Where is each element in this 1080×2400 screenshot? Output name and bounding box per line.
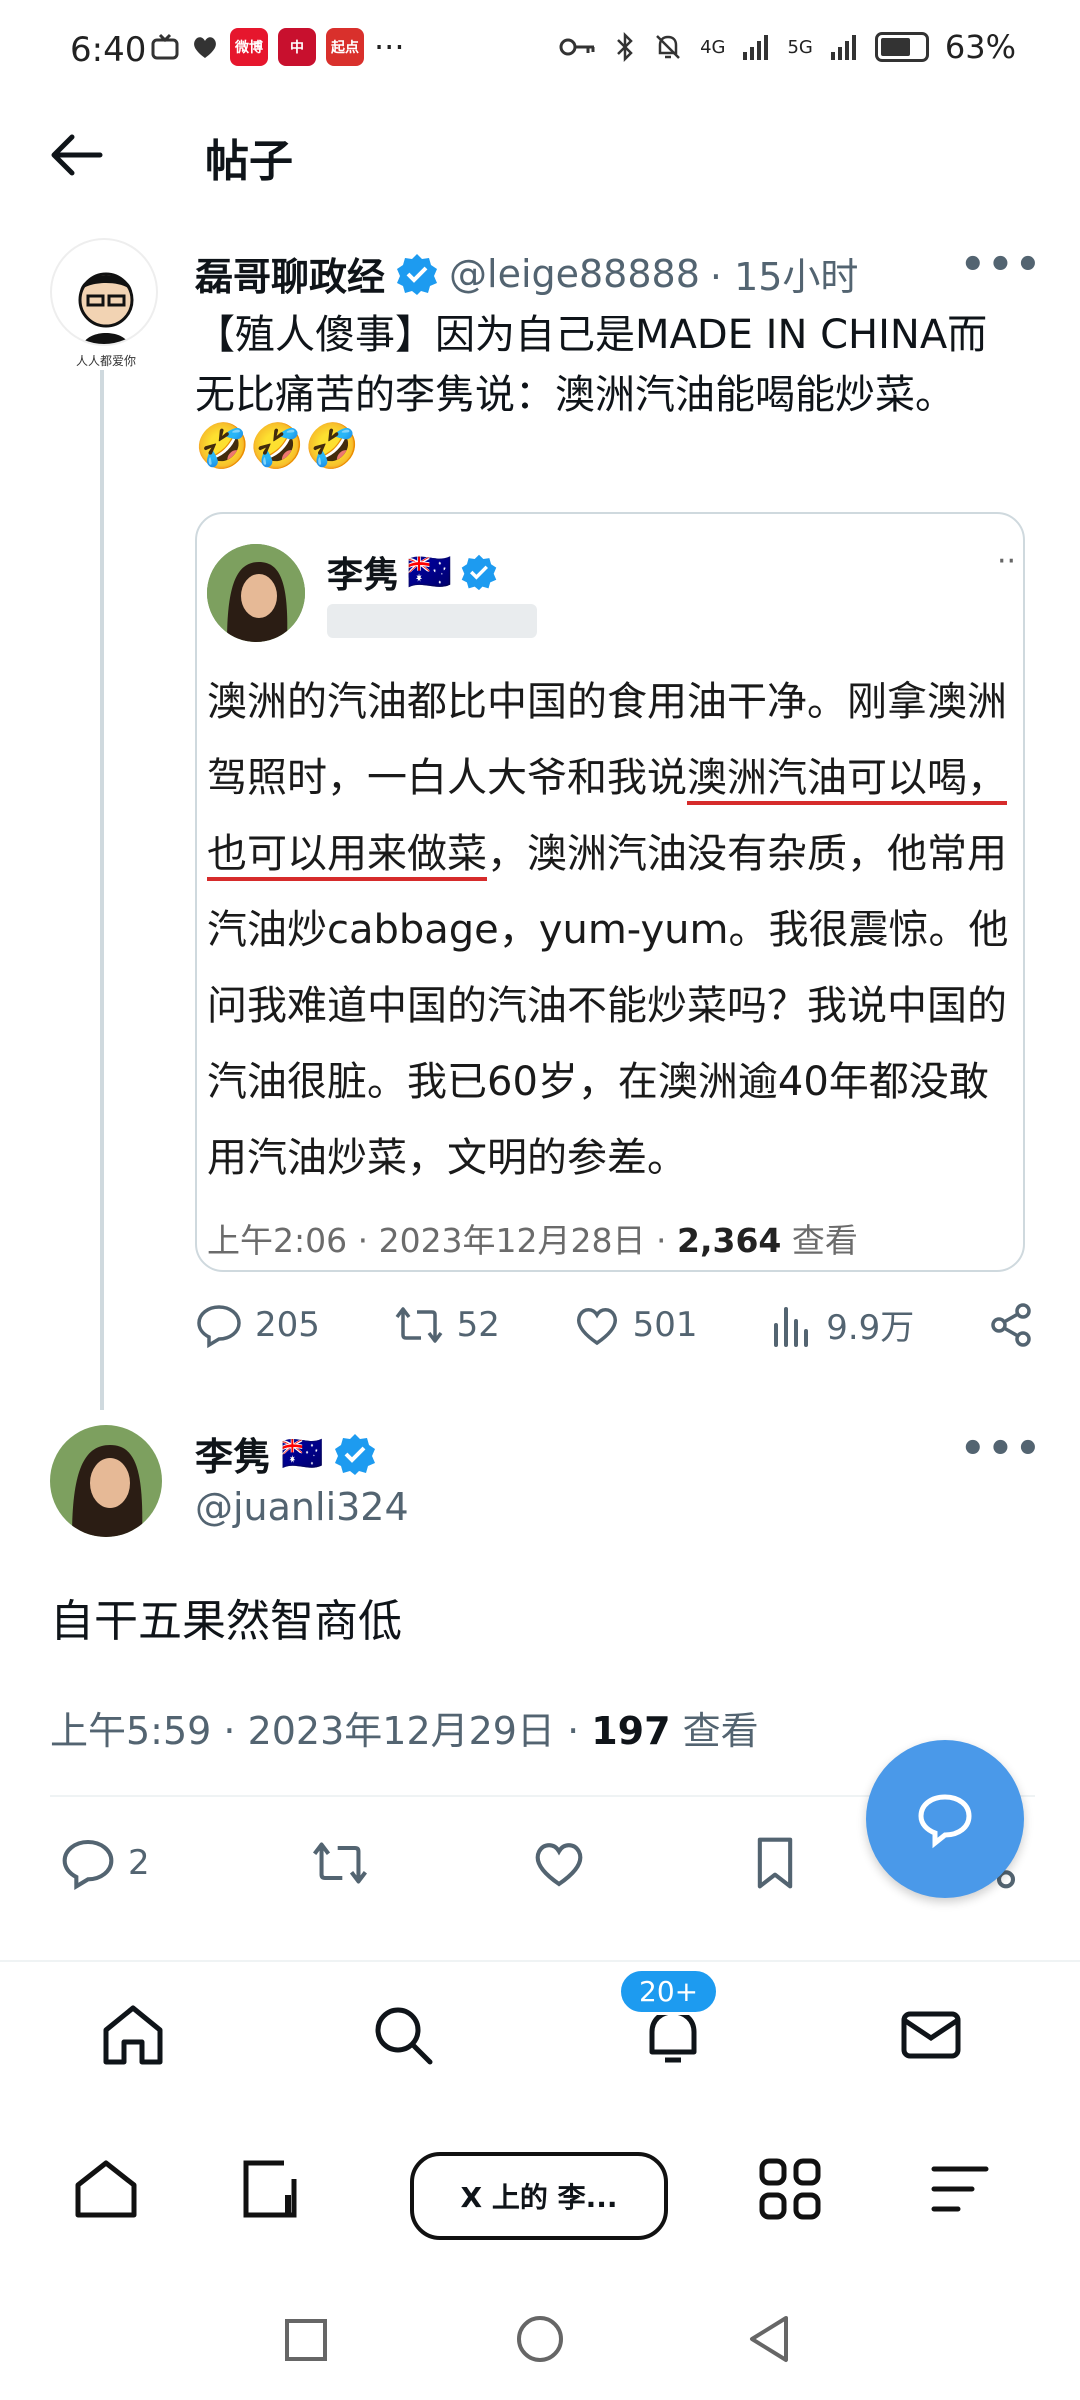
signal-icon [743,35,769,60]
bluetooth-icon [617,31,633,63]
heart-icon[interactable] [531,1835,587,1891]
apps-grid-icon[interactable] [756,2155,824,2223]
blurred-handle [327,604,537,638]
reply-author-row: 李隽 🇦🇺 [195,1426,377,1481]
views-button[interactable]: 9.9万 [770,1300,914,1349]
tabs-icon[interactable] [236,2155,304,2223]
quoted-avatar [207,544,305,642]
reply-meta: 上午5:59 · 2023年12月29日 · 197 查看 [50,1700,759,1755]
quoted-views-label: 查看 [781,1221,858,1260]
bookmark-icon[interactable] [747,1835,803,1891]
home-icon[interactable] [98,2000,168,2070]
views-count: 9.9万 [826,1308,915,1348]
reply-author-name[interactable]: 李隽 [195,1426,271,1481]
quoted-name-row: 李隽 🇦🇺 [327,546,498,598]
author-avatar[interactable] [50,238,158,346]
author-handle[interactable]: @leige88888 [449,252,700,296]
battery-icon [874,32,929,62]
quoted-text-2: ，澳洲汽油没有杂质，他常用汽油炒cabbage，yum-yum。我很震惊。他问我… [207,831,1009,1181]
network-type-1: 4G [700,36,726,58]
compose-reply-button[interactable] [866,1740,1024,1898]
back-arrow-icon[interactable] [48,130,104,180]
status-bar: 6:40 微博 中 起点 ··· 4G 5G 63% [0,0,1080,100]
status-notification-icons: 微博 中 起点 ··· [150,28,405,66]
quoted-text: 澳洲的汽油都比中国的食用油干净。刚拿澳洲驾照时，一白人大爷和我说澳洲汽油可以喝，… [207,664,1017,1196]
reply-more-icon[interactable]: ••• [960,1426,1043,1472]
thread-line [100,370,104,1410]
like-count: 501 [632,1304,698,1345]
chat-bubble-icon [918,1794,972,1849]
back-triangle-icon[interactable] [746,2314,792,2364]
reply-views-label: 查看 [670,1709,759,1753]
heart-icon [576,1307,617,1345]
retweet-count: 52 [456,1304,500,1345]
tweet-emojis: 🤣🤣🤣 [195,421,360,472]
share-icon[interactable] [987,1301,1035,1349]
reply-views-count: 197 [591,1709,671,1753]
verified-badge-icon [461,554,497,591]
battery-percent: 63% [944,28,1016,66]
quoted-time: 上午2:06 · 2023年12月28日 · [207,1221,678,1260]
browser-home-icon[interactable] [72,2155,140,2223]
verified-badge-icon [335,1433,376,1475]
like-button[interactable]: 501 [573,1301,698,1349]
avatar-lettering: 人人都爱你 [75,354,136,368]
reply-count: 205 [255,1304,320,1345]
key-icon [559,38,595,56]
tv-icon [151,33,179,60]
weibo-app-icon: 微博 [230,28,268,66]
menu-icon[interactable] [926,2155,994,2223]
tweet-author-row: 磊哥聊政经 @leige88888 · 15小时 [195,246,858,301]
reply-time: 上午5:59 · 2023年12月29日 · [50,1709,592,1753]
reply-icon [62,1839,114,1890]
retweet-icon[interactable] [310,1835,370,1891]
page-title: 帖子 [205,136,293,187]
reply-reply-count: 2 [128,1843,150,1883]
tweet-action-row: 205 52 501 9.9万 [195,1300,1035,1349]
notification-badge: 20+ [618,1968,720,2015]
heart-icon [194,37,216,58]
quoted-views-count: 2,364 [677,1221,782,1260]
home-circle-icon[interactable] [515,2314,565,2364]
reply-reply-button[interactable]: 2 [60,1835,150,1891]
tweet-more-icon[interactable]: ••• [960,242,1043,288]
qidian-app-icon: 起点 [326,28,364,66]
tweet-time: · 15小时 [709,255,859,299]
status-right-icons: 4G 5G 63% [558,28,1016,66]
system-nav-bar [0,2290,1080,2400]
views-chart-icon [774,1306,809,1347]
bottom-nav [0,1960,1080,2100]
verified-badge-icon [397,253,438,295]
more-notifications: ··· [374,28,405,66]
author-name[interactable]: 磊哥聊政经 [195,246,385,301]
retweet-icon [395,1306,443,1343]
tweet-text: 【殖人傻事】因为自己是MADE IN CHINA而无比痛苦的李隽说：澳洲汽油能喝… [195,312,988,418]
status-time: 6:40 [70,30,147,70]
bank-app-icon: 中 [278,28,316,66]
quoted-footer: 上午2:06 · 2023年12月28日 · 2,364 查看 [207,1214,858,1262]
reply-button[interactable]: 205 [195,1301,320,1349]
recent-apps-square-icon[interactable] [284,2318,328,2362]
network-type-2: 5G [787,36,813,58]
quoted-flag-icon: 🇦🇺 [407,552,452,593]
reply-handle[interactable]: @juanli324 [195,1485,409,1529]
current-tab-pill[interactable]: X 上的 李... [410,2152,668,2240]
search-icon[interactable] [368,2000,438,2070]
mute-icon [656,35,680,59]
reply-icon [197,1304,241,1348]
signal-icon-2 [830,35,856,60]
tweet-image[interactable]: 李隽 🇦🇺 ·· 澳洲的汽油都比中国的食用油干净。刚拿澳洲驾照时，一白人大爷和我… [195,512,1025,1272]
quoted-name: 李隽 [327,555,400,596]
retweet-button[interactable]: 52 [393,1301,500,1349]
reply-text: 自干五果然智商低 [50,1596,402,1647]
messages-envelope-icon[interactable] [896,2000,966,2070]
reply-flag-icon: 🇦🇺 [281,1433,324,1474]
reply-avatar[interactable] [50,1425,162,1537]
quoted-more-icon: ·· [997,544,1017,579]
